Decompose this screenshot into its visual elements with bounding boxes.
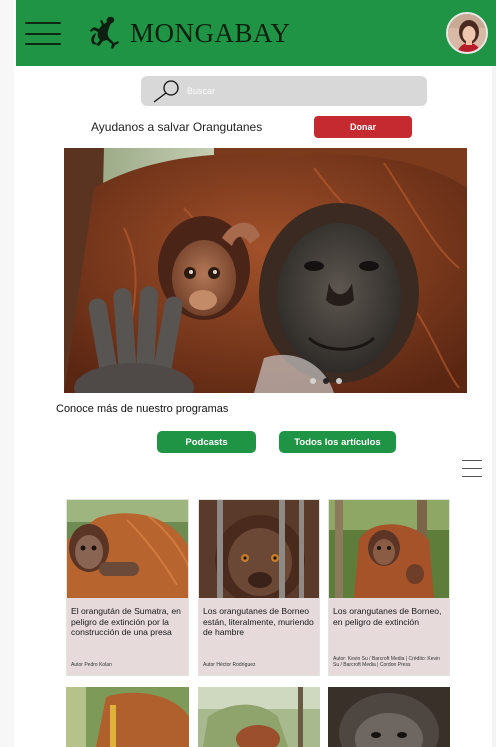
orangutan-hero-image [64, 148, 467, 393]
article-thumbnail [67, 500, 188, 598]
gecko-logo-icon [90, 16, 119, 50]
carousel-indicators [310, 378, 342, 384]
carousel-dot[interactable] [310, 378, 316, 384]
user-photo [448, 14, 486, 52]
carousel-dot[interactable] [336, 378, 342, 384]
list-view-icon[interactable] [462, 460, 482, 477]
carousel-dot-active[interactable] [323, 378, 329, 384]
hamburger-menu-icon[interactable] [25, 22, 61, 46]
hero-carousel[interactable] [64, 148, 467, 393]
article-thumbnail [329, 500, 449, 598]
article-title[interactable]: El orangután de Sumatra, en peligro de e… [71, 606, 184, 638]
page-right-margin [492, 0, 496, 747]
programs-heading: Conoce más de nuestro programas [56, 403, 229, 415]
donate-prompt: Ayudanos a salvar Orangutanes [91, 120, 263, 134]
brand-name: MONGABAY [130, 17, 291, 48]
article-card-thumbnail[interactable] [198, 687, 320, 747]
article-author: Autor: Kevin Su / Barcroft Media | Crédi… [333, 656, 440, 668]
article-title[interactable]: Los orangutanes de Borneo, en peligro de… [333, 606, 445, 627]
brand-logo[interactable]: MONGABAY [86, 12, 291, 54]
user-avatar[interactable] [446, 12, 488, 54]
article-card[interactable]: Los orangutanes de Borneo están, literal… [198, 499, 320, 676]
page-left-margin [0, 0, 14, 747]
article-author: Autor Héctor Rodríguez [203, 662, 256, 668]
search-icon[interactable] [152, 79, 182, 103]
article-card-thumbnail[interactable] [66, 687, 189, 747]
article-card[interactable]: El orangután de Sumatra, en peligro de e… [66, 499, 189, 676]
search-input[interactable] [187, 81, 417, 101]
all-articles-button[interactable]: Todos los artículos [279, 431, 396, 453]
podcasts-button[interactable]: Podcasts [157, 431, 256, 453]
article-card[interactable]: Los orangutanes de Borneo, en peligro de… [328, 499, 450, 676]
donate-button[interactable]: Donar [314, 116, 412, 138]
article-card-thumbnail[interactable] [328, 687, 450, 747]
search-bar[interactable] [141, 76, 427, 106]
article-thumbnail [199, 500, 319, 598]
top-navigation-bar: MONGABAY [16, 0, 496, 66]
article-title[interactable]: Los orangutanes de Borneo están, literal… [203, 606, 315, 638]
article-author: Autor Pedro Kolan [71, 662, 112, 668]
